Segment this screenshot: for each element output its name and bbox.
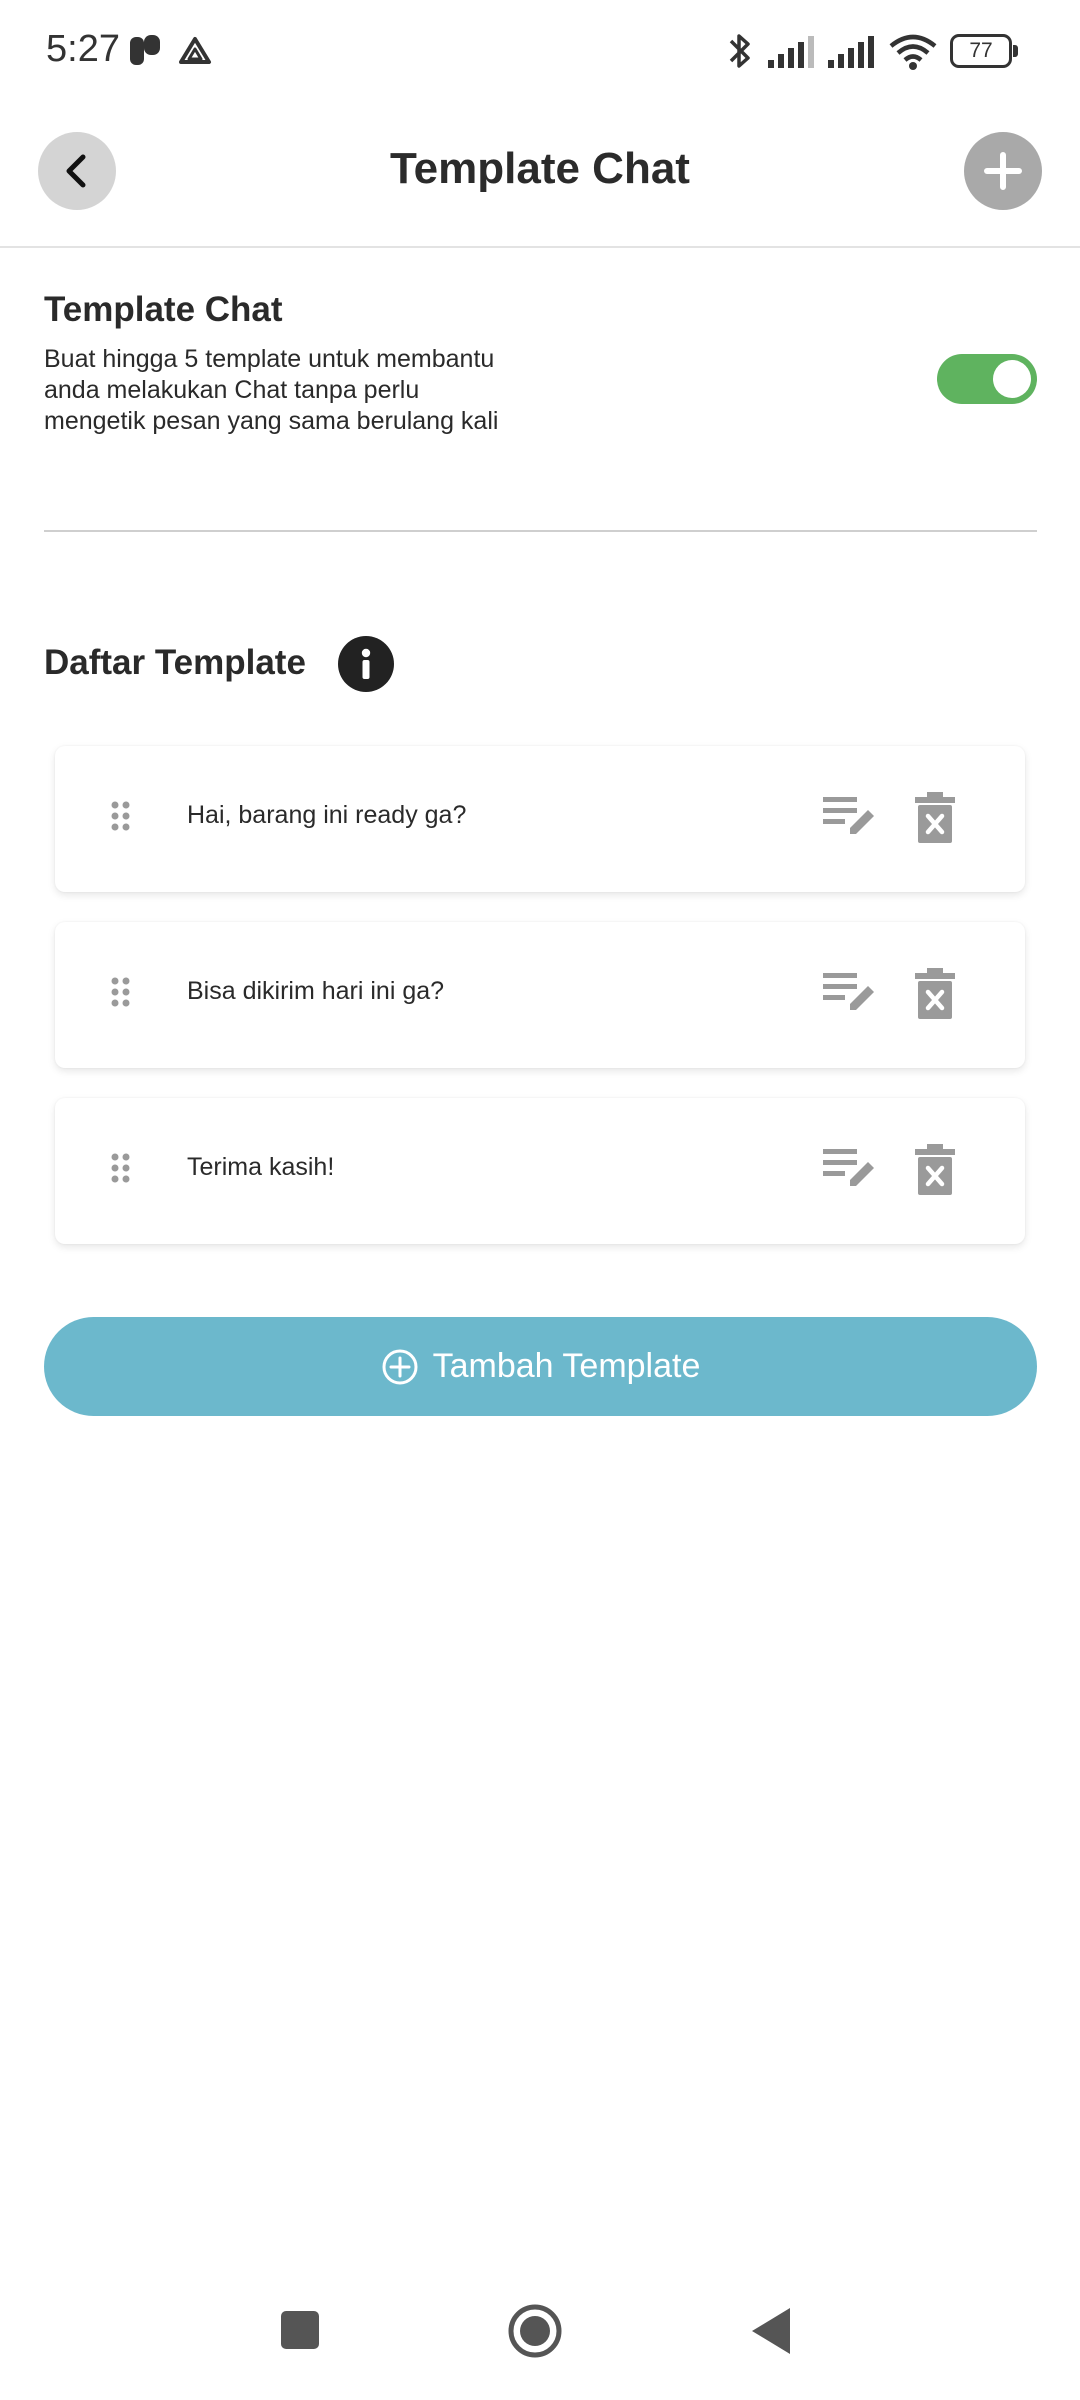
settings-title: Template Chat xyxy=(44,290,283,329)
recents-icon[interactable] xyxy=(280,2310,320,2350)
template-text: Hai, barang ini ready ga? xyxy=(187,801,467,829)
page-title: Template Chat xyxy=(390,144,690,193)
signal-icon xyxy=(828,36,874,68)
wifi-icon xyxy=(889,34,937,70)
settings-description: Buat hingga 5 template untuk membantu an… xyxy=(44,345,499,435)
edit-icon[interactable] xyxy=(819,1144,879,1194)
drag-handle-icon[interactable] xyxy=(110,1153,132,1185)
status-bar: 5:27 77 xyxy=(0,0,1080,104)
toggle-knob xyxy=(993,360,1031,398)
info-icon xyxy=(361,648,371,679)
app-icon xyxy=(130,35,160,65)
battery-icon: 77 xyxy=(950,34,1018,68)
info-button[interactable] xyxy=(338,636,394,692)
template-chat-toggle[interactable] xyxy=(937,354,1037,404)
delete-icon[interactable] xyxy=(913,966,957,1022)
delete-icon[interactable] xyxy=(913,1142,957,1198)
plus-circle-icon xyxy=(382,1349,418,1384)
delete-icon[interactable] xyxy=(913,790,957,846)
add-template-button[interactable]: Tambah Template xyxy=(44,1317,1037,1416)
drive-icon xyxy=(179,37,211,64)
template-card[interactable]: Hai, barang ini ready ga? xyxy=(55,746,1025,892)
signal-icon xyxy=(768,36,814,68)
bluetooth-icon xyxy=(729,34,750,68)
drag-handle-icon[interactable] xyxy=(110,801,132,833)
battery-level: 77 xyxy=(969,39,993,62)
add-template-header-button[interactable] xyxy=(964,132,1042,210)
home-icon[interactable] xyxy=(507,2303,563,2359)
template-text: Bisa dikirim hari ini ga? xyxy=(187,977,445,1005)
template-card[interactable]: Bisa dikirim hari ini ga? xyxy=(55,922,1025,1068)
add-template-label: Tambah Template xyxy=(432,1347,701,1385)
template-list-title: Daftar Template xyxy=(44,643,306,682)
template-text: Terima kasih! xyxy=(187,1153,335,1181)
status-time: 5:27 xyxy=(46,28,120,70)
edit-icon[interactable] xyxy=(819,968,879,1018)
divider xyxy=(44,530,1037,532)
plus-icon xyxy=(984,152,1022,190)
drag-handle-icon[interactable] xyxy=(110,977,132,1009)
app-bar: Template Chat xyxy=(0,104,1080,248)
navigation-bar xyxy=(0,2280,1080,2400)
edit-icon[interactable] xyxy=(819,792,879,842)
back-icon[interactable] xyxy=(750,2306,792,2356)
template-card[interactable]: Terima kasih! xyxy=(55,1098,1025,1244)
